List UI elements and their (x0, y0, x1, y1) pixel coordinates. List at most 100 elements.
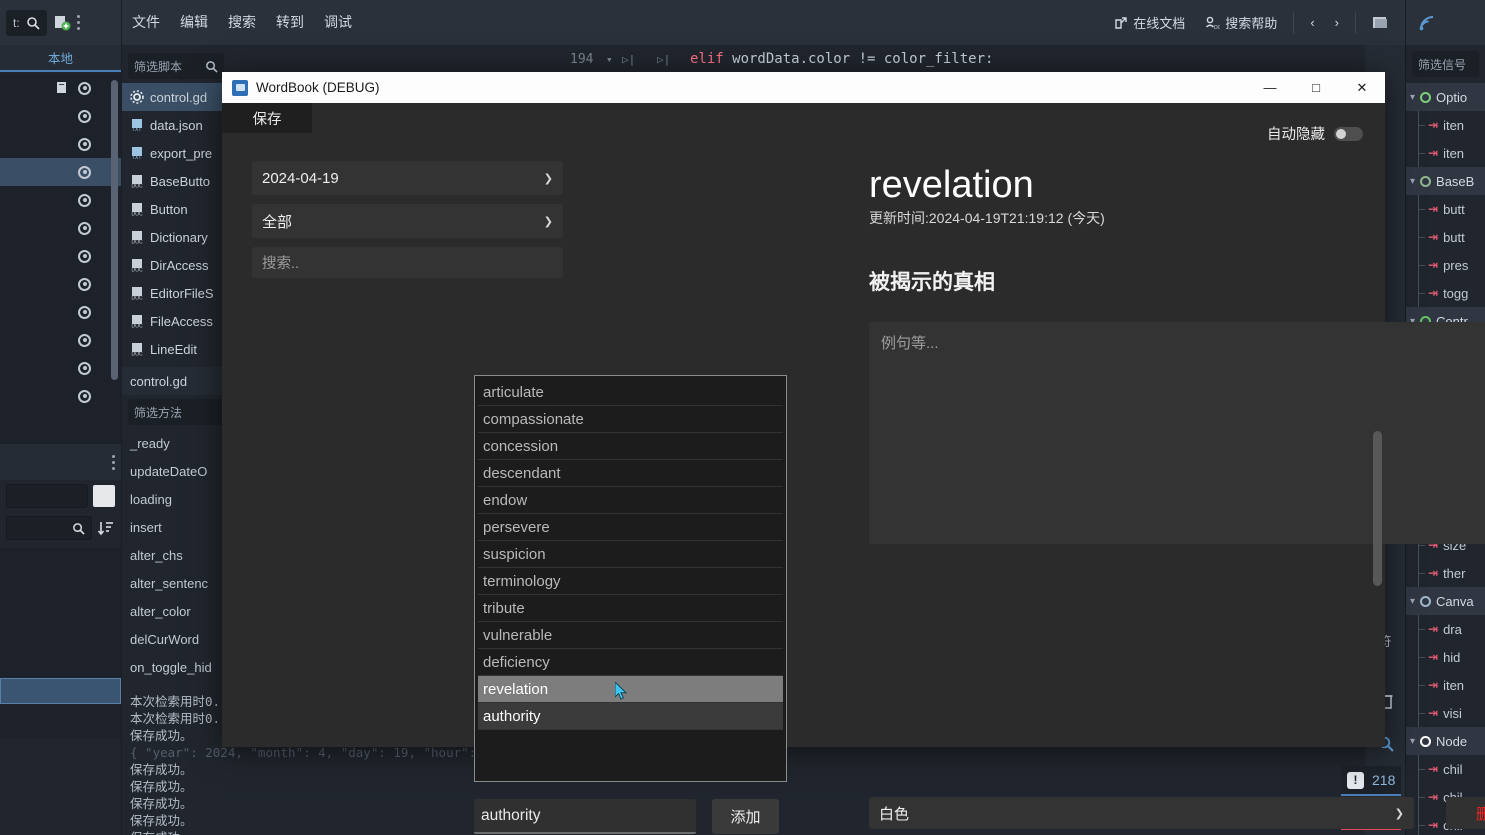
online-docs-button[interactable]: 在线文档 (1106, 9, 1193, 36)
signal-item-1-0[interactable]: ⇥ butt (1406, 195, 1485, 223)
word-list-item-12[interactable]: authority (478, 703, 783, 730)
word-list-item-9[interactable]: vulnerable (478, 622, 783, 649)
sort-icon[interactable] (97, 519, 115, 537)
word-list-item-7[interactable]: terminology (478, 568, 783, 595)
word-list-item-0[interactable]: articulate (478, 379, 783, 406)
current-script-label[interactable]: control.gd (122, 367, 230, 395)
list-item[interactable] (0, 652, 121, 678)
visibility-icon[interactable] (78, 81, 91, 95)
word-list-item-8[interactable]: tribute (478, 595, 783, 622)
save-button[interactable]: 保存 (222, 103, 312, 133)
list-item[interactable] (0, 600, 121, 626)
far-left-row[interactable] (0, 382, 121, 410)
date-select[interactable]: 2024-04-19 ❯ (252, 161, 563, 195)
method-item-3[interactable]: insert (122, 513, 230, 541)
minimize-button[interactable]: — (1247, 72, 1293, 103)
far-left-search[interactable]: t: (6, 9, 47, 36)
close-button[interactable]: ✕ (1339, 72, 1385, 103)
script-filter-input[interactable]: 筛选脚本 (128, 53, 224, 79)
signal-item-3-2[interactable]: ⇥ iten (1406, 671, 1485, 699)
method-item-1[interactable]: updateDateO (122, 457, 230, 485)
script-item-1[interactable]: TXT data.json (122, 111, 230, 139)
far-left-row[interactable] (0, 102, 121, 130)
visibility-icon[interactable] (78, 305, 91, 319)
far-left-row[interactable] (0, 354, 121, 382)
word-list-item-3[interactable]: descendant (478, 460, 783, 487)
chevron-down-icon[interactable]: ▾ (1410, 176, 1415, 187)
list-item-selected[interactable] (0, 678, 121, 704)
script-item-8[interactable]: DOC FileAccess (122, 307, 230, 335)
warning-status[interactable]: ! 218 (1341, 766, 1401, 796)
dialog-scrollbar[interactable] (1373, 431, 1382, 586)
list-item[interactable] (0, 626, 121, 652)
word-list-item-1[interactable]: compassionate (478, 406, 783, 433)
color-select[interactable]: 白色 ❯ (869, 797, 1414, 829)
menu-item-0[interactable]: 文件 (122, 0, 170, 45)
delete-button[interactable]: 删除 (1446, 797, 1485, 829)
chevron-down-icon[interactable]: ▾ (1410, 736, 1415, 747)
word-list-item-6[interactable]: suspicion (478, 541, 783, 568)
maximize-button[interactable]: □ (1293, 72, 1339, 103)
layout-icon[interactable] (1364, 11, 1397, 34)
far-left-row[interactable] (0, 74, 121, 102)
far-left-row[interactable] (0, 214, 121, 242)
far-left-row-selected[interactable] (0, 158, 121, 186)
nav-next-button[interactable]: › (1327, 11, 1347, 34)
far-left-row[interactable] (0, 130, 121, 158)
detail-sentence-input[interactable]: 例句等... (869, 322, 1485, 544)
list-item[interactable] (0, 574, 121, 600)
vertical-dots-icon[interactable] (112, 454, 115, 470)
signal-item-1-3[interactable]: ⇥ togg (1406, 279, 1485, 307)
word-list-item-4[interactable]: endow (478, 487, 783, 514)
word-list-item-11[interactable]: revelation (478, 676, 783, 703)
visibility-icon[interactable] (78, 221, 91, 235)
far-left-row[interactable] (0, 242, 121, 270)
signal-item-0-1[interactable]: ⇥ iten (1406, 139, 1485, 167)
signal-item-1-2[interactable]: ⇥ pres (1406, 251, 1485, 279)
vertical-dots-icon[interactable] (76, 15, 80, 30)
fold-icon[interactable]: ▷| (622, 53, 635, 66)
signal-filter-input[interactable]: 筛选信号 (1412, 51, 1479, 77)
visibility-icon[interactable] (78, 277, 91, 291)
dialog-titlebar[interactable]: WordBook (DEBUG) — □ ✕ (222, 72, 1385, 103)
method-item-8[interactable]: on_toggle_hid (122, 653, 230, 681)
add-word-button[interactable]: 添加 (712, 799, 779, 834)
script-item-9[interactable]: DOC LineEdit (122, 335, 230, 363)
list-item[interactable] (0, 548, 121, 574)
visibility-icon[interactable] (78, 109, 91, 123)
script-item-4[interactable]: DOC Button (122, 195, 230, 223)
chevron-down-icon[interactable]: ▾ (1410, 92, 1415, 103)
visibility-icon[interactable] (78, 249, 91, 263)
word-list[interactable]: articulate compassionate concession descend… (474, 375, 787, 782)
menu-item-4[interactable]: 调试 (314, 0, 362, 45)
new-word-input[interactable]: authority (474, 799, 696, 834)
signal-item-1-1[interactable]: ⇥ butt (1406, 223, 1485, 251)
signal-group-3[interactable]: ▾ Canva (1406, 587, 1485, 615)
chevron-down-icon[interactable]: ▾ (606, 53, 613, 66)
signal-group-4[interactable]: ▾ Node (1406, 727, 1485, 755)
far-left-row[interactable] (0, 326, 121, 354)
script-item-6[interactable]: DOC DirAccess (122, 251, 230, 279)
method-item-2[interactable]: loading (122, 485, 230, 513)
visibility-icon[interactable] (78, 389, 91, 403)
signal-item-0-0[interactable]: ⇥ iten (1406, 111, 1485, 139)
visibility-icon[interactable] (78, 333, 91, 347)
signal-item-3-0[interactable]: ⇥ dra (1406, 615, 1485, 643)
far-left-tab-local[interactable]: 本地 (0, 45, 121, 72)
signal-group-1[interactable]: ▾ BaseB (1406, 167, 1485, 195)
visibility-icon[interactable] (78, 137, 91, 151)
script-item-5[interactable]: DOC Dictionary (122, 223, 230, 251)
nav-prev-button[interactable]: ‹ (1302, 11, 1322, 34)
signal-group-0[interactable]: ▾ Optio (1406, 83, 1485, 111)
visibility-icon[interactable] (78, 165, 91, 179)
far-left-row[interactable] (0, 186, 121, 214)
method-item-6[interactable]: alter_color (122, 597, 230, 625)
menu-item-3[interactable]: 转到 (266, 0, 314, 45)
search-input[interactable]: 搜索.. (252, 247, 563, 278)
signal-item-2-8[interactable]: ⇥ ther (1406, 559, 1485, 587)
method-item-5[interactable]: alter_sentenc (122, 569, 230, 597)
category-select[interactable]: 全部 ❯ (252, 204, 563, 238)
menu-item-2[interactable]: 搜索 (218, 0, 266, 45)
search-help-button[interactable]: DOC 搜索帮助 (1197, 9, 1285, 36)
detail-translation[interactable]: 被揭示的真相 (869, 266, 1325, 296)
